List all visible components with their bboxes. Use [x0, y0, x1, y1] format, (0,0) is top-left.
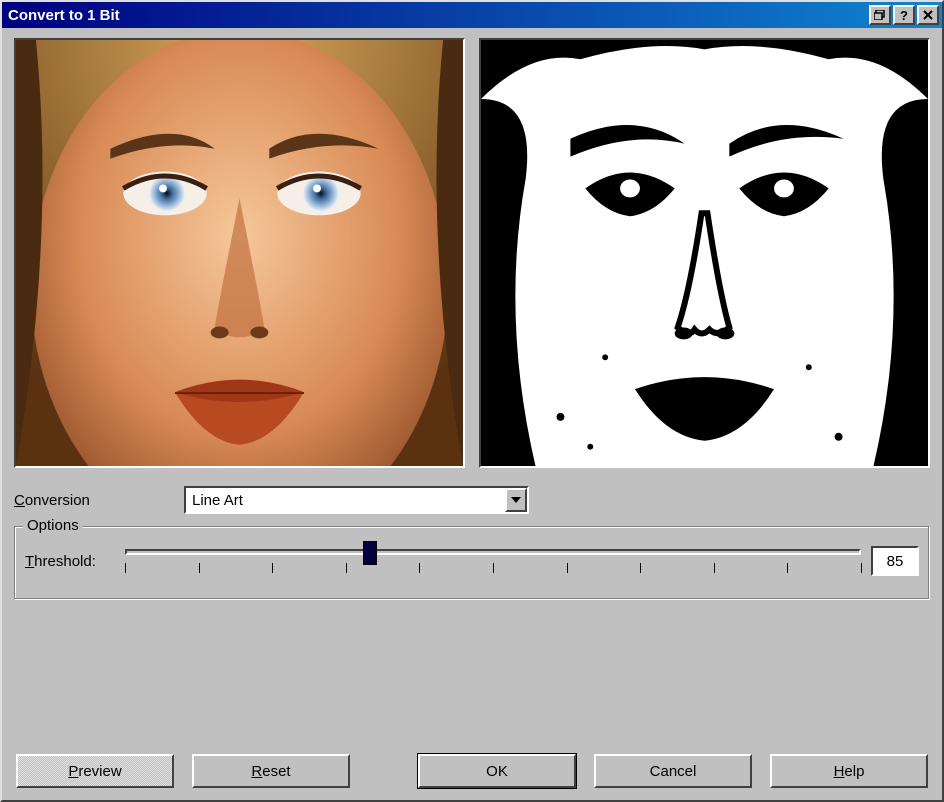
- dialog-button-row: Preview Reset OK Cancel Help: [14, 750, 930, 794]
- restore-button[interactable]: [869, 5, 891, 25]
- close-icon: [923, 10, 933, 20]
- slider-tick: [272, 563, 273, 573]
- slider-ticks: [125, 563, 861, 577]
- reset-rest: eset: [262, 763, 290, 780]
- threshold-label-rest: hreshold:: [34, 553, 96, 570]
- threshold-access-char: T: [25, 553, 34, 570]
- ok-button[interactable]: OK: [418, 754, 576, 788]
- chevron-down-icon: [511, 497, 521, 503]
- preview-rest: review: [78, 763, 121, 780]
- slider-tick: [787, 563, 788, 573]
- conversion-row: Conversion Line Art: [14, 486, 930, 514]
- result-preview-pane[interactable]: [479, 38, 930, 468]
- result-1bit-image: [481, 40, 928, 466]
- conversion-label: Conversion: [14, 492, 184, 509]
- slider-tick: [640, 563, 641, 573]
- conversion-label-rest: onversion: [25, 492, 90, 509]
- cancel-button[interactable]: Cancel: [594, 754, 752, 788]
- original-preview-pane[interactable]: [14, 38, 465, 468]
- window-title: Convert to 1 Bit: [8, 7, 869, 24]
- conversion-access-char: C: [14, 492, 25, 509]
- preview-button[interactable]: Preview: [16, 754, 174, 788]
- help-dialog-button[interactable]: Help: [770, 754, 928, 788]
- title-bar: Convert to 1 Bit ?: [2, 2, 942, 28]
- button-spacer: [368, 754, 400, 788]
- reset-button[interactable]: Reset: [192, 754, 350, 788]
- threshold-value-input[interactable]: 85: [871, 546, 919, 576]
- conversion-selected: Line Art: [186, 492, 505, 509]
- vertical-spacer: [14, 610, 930, 750]
- slider-tick: [125, 563, 126, 573]
- conversion-combobox[interactable]: Line Art: [184, 486, 529, 514]
- slider-tick: [714, 563, 715, 573]
- dialog-window: Convert to 1 Bit ?: [0, 0, 944, 802]
- restore-icon: [874, 10, 886, 20]
- slider-tick: [493, 563, 494, 573]
- original-portrait-image: [16, 40, 463, 466]
- threshold-row: Threshold: 85: [25, 541, 919, 581]
- dialog-content: Conversion Line Art Options Threshold:: [2, 28, 942, 800]
- slider-tick: [199, 563, 200, 573]
- help-rest: elp: [844, 763, 864, 780]
- slider-tick: [567, 563, 568, 573]
- options-group-label: Options: [23, 517, 83, 534]
- title-buttons: ?: [869, 5, 939, 25]
- options-group: Options Threshold: 85: [14, 526, 930, 600]
- slider-thumb[interactable]: [363, 541, 377, 565]
- slider-tick: [346, 563, 347, 573]
- reset-access-char: R: [251, 763, 262, 780]
- close-button[interactable]: [917, 5, 939, 25]
- slider-track: [125, 549, 861, 555]
- help-access-char: H: [834, 763, 845, 780]
- preview-access-char: P: [68, 763, 78, 780]
- question-icon: ?: [900, 9, 908, 22]
- help-button[interactable]: ?: [893, 5, 915, 25]
- slider-tick: [419, 563, 420, 573]
- preview-row: [14, 38, 930, 468]
- threshold-slider[interactable]: [125, 541, 861, 581]
- slider-tick: [861, 563, 862, 573]
- threshold-label: Threshold:: [25, 553, 115, 570]
- combo-dropdown-button[interactable]: [505, 488, 527, 512]
